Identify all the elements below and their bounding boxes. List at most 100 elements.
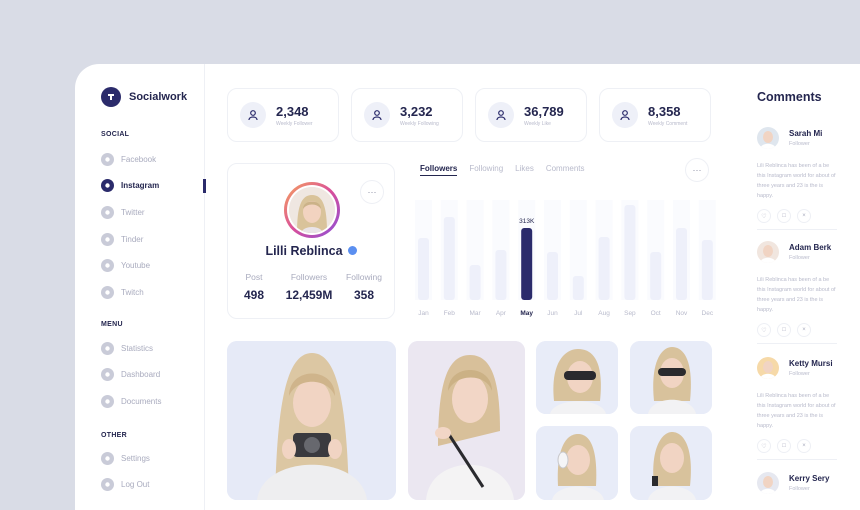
stat-card[interactable]: 2,348 Weekly Follower (227, 88, 339, 142)
like-icon[interactable]: ♡ (757, 209, 771, 223)
tab-following[interactable]: Following (469, 164, 503, 176)
comment-text: Lili Reblinca has been of a be this Inst… (757, 277, 836, 313)
stat-card[interactable]: 36,789 Weekly Like (475, 88, 587, 142)
sidebar-item-settings[interactable]: Settings (101, 451, 205, 465)
stat-value: 3,232 (400, 103, 433, 119)
like-icon[interactable]: ♡ (757, 439, 771, 453)
stat-label: Weekly Following (400, 120, 439, 127)
comment-avatar[interactable] (757, 357, 779, 379)
comment-author[interactable]: Kerry Sery (789, 474, 829, 483)
photo-glasses[interactable] (408, 341, 525, 500)
photo-headphones[interactable] (536, 426, 618, 500)
x-tick-label: Dec (702, 310, 714, 317)
sidebar-item-instagram[interactable]: Instagram (101, 178, 206, 193)
photo-sunglasses-2[interactable] (630, 341, 712, 414)
bar-mar[interactable] (469, 265, 481, 300)
sidebar-item-label: Documents (121, 396, 162, 406)
delete-icon[interactable]: × (797, 323, 811, 337)
sidebar-item-label: Statistics (121, 343, 154, 353)
x-tick-label: Aug (598, 310, 610, 317)
comment-divider (757, 229, 837, 230)
bar-sep[interactable] (624, 205, 636, 300)
bar-apr[interactable] (495, 250, 507, 300)
tab-followers[interactable]: Followers (420, 164, 458, 176)
x-tick-label: Jul (574, 310, 583, 317)
highlight-value-label: 313K (519, 218, 535, 225)
stat-value: 2,348 (276, 103, 309, 119)
reply-icon[interactable]: □ (777, 209, 791, 223)
photo-camera[interactable] (227, 341, 396, 500)
sidebar-item-label: Youtube (121, 261, 151, 271)
photo-sunglasses-1[interactable] (536, 341, 618, 414)
comment-role: Follower (789, 141, 810, 147)
bar-feb[interactable] (443, 217, 455, 300)
x-tick-label: Jun (547, 310, 558, 317)
stat-card[interactable]: 3,232 Weekly Following (351, 88, 463, 142)
tab-likes[interactable]: Likes (515, 164, 534, 176)
x-tick-label: Nov (676, 310, 688, 317)
comment-divider (757, 343, 837, 344)
sidebar-item-twitter[interactable]: Twitter (101, 205, 205, 219)
comment-author[interactable]: Adam Berk (789, 243, 831, 252)
x-tick-label: Jan (418, 310, 429, 317)
bar-jan[interactable] (418, 238, 429, 300)
sidebar-item-dashboard[interactable]: Dashboard (101, 368, 205, 382)
users-comment-icon (612, 102, 638, 128)
stat-label: Weekly Like (524, 120, 551, 127)
reply-icon[interactable]: □ (777, 323, 791, 337)
comment-avatar[interactable] (757, 241, 779, 263)
stat-label: Weekly Comment (648, 120, 688, 127)
comment-author[interactable]: Sarah Mi (789, 129, 822, 138)
post-label: Post (245, 272, 263, 282)
chart-more-button[interactable]: ··· (685, 158, 709, 182)
sidebar-item-documents[interactable]: Documents (101, 394, 205, 408)
user-follow-icon (364, 102, 390, 128)
brand[interactable]: Socialwork (101, 87, 187, 107)
bar-dec[interactable] (701, 240, 713, 300)
comment-author[interactable]: Ketty Mursi (789, 359, 833, 368)
stat-card[interactable]: 8,358 Weekly Comment (599, 88, 711, 142)
sidebar-item-youtube[interactable]: Youtube (101, 259, 205, 273)
delete-icon[interactable]: × (797, 209, 811, 223)
sidebar: Socialwork SOCIAL Facebook Instagram Twitt… (75, 64, 206, 510)
profile-stat-following: Following 358 (342, 272, 386, 302)
sidebar-item-tinder[interactable]: Tinder (101, 232, 205, 246)
statistics-icon (101, 341, 114, 355)
comment-role: Follower (789, 255, 810, 261)
photo-portrait[interactable] (630, 426, 712, 500)
facebook-icon (101, 152, 114, 166)
stat-value: 8,358 (648, 103, 681, 119)
section-title-other: OTHER (101, 432, 127, 439)
bar-oct[interactable] (650, 252, 662, 300)
comment-avatar[interactable] (757, 127, 779, 149)
following-value: 358 (353, 288, 375, 302)
comment-text: Lili Reblinca has been of a be this Inst… (757, 163, 836, 199)
sidebar-item-facebook[interactable]: Facebook (101, 152, 205, 166)
tinder-icon (101, 232, 114, 246)
user-add-icon (240, 102, 266, 128)
tab-comments[interactable]: Comments (546, 164, 585, 176)
reply-icon[interactable]: □ (777, 439, 791, 453)
sidebar-item-log-out[interactable]: Log Out (101, 478, 205, 492)
bar-may[interactable] (521, 228, 533, 300)
comment-text: Lili Reblinca has been of a be this Inst… (757, 393, 836, 429)
comment-role: Follower (789, 486, 810, 492)
brand-logo-icon (101, 87, 121, 107)
delete-icon[interactable]: × (797, 439, 811, 453)
dashboard-icon (101, 368, 114, 381)
comment-avatar[interactable] (757, 472, 779, 494)
profile-avatar[interactable] (284, 182, 340, 238)
sidebar-item-statistics[interactable]: Statistics (101, 341, 205, 355)
bar-aug[interactable] (598, 237, 610, 300)
following-label: Following (346, 272, 382, 282)
x-tick-label: May (520, 310, 533, 317)
profile-stat-post: Post 498 (240, 272, 268, 302)
bar-nov[interactable] (676, 228, 687, 300)
like-icon[interactable]: ♡ (757, 323, 771, 337)
bar-jul[interactable] (572, 276, 584, 300)
bar-jun[interactable] (547, 252, 558, 300)
sidebar-item-twitch[interactable]: Twitch (101, 286, 205, 300)
x-tick-label: Mar (469, 310, 481, 317)
profile-more-button[interactable]: ··· (360, 180, 384, 204)
verified-badge-icon (347, 246, 357, 256)
